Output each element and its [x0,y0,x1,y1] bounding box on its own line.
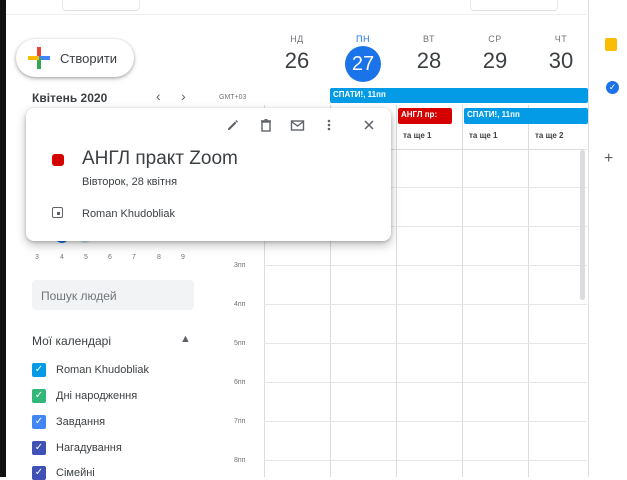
event-allday-sleep-wed[interactable]: СПАТИ!, 11пп [464,108,588,124]
checkbox-checked-icon[interactable]: ✓ [32,363,46,377]
event-color-swatch [52,154,64,166]
day-of-week: НД [290,34,304,44]
grid-hline [264,421,587,422]
more-events-link[interactable]: та ще 1 [469,131,497,140]
header-divider [6,14,586,15]
time-label: 5пп [234,340,246,347]
timezone-label: GMT+03 [219,94,247,101]
header-control-left[interactable] [62,0,140,11]
day-header-tue[interactable]: ВТ 28 [396,34,462,74]
mini-calendar-day[interactable]: 8 [154,254,164,261]
day-of-week: ПН [356,34,370,44]
checkbox-checked-icon[interactable]: ✓ [32,415,46,429]
day-header-sun[interactable]: НД 26 [264,34,330,74]
grid-hline [264,265,587,266]
mini-calendar-day[interactable]: 4 [57,254,67,261]
window-edge [0,0,6,477]
more-events-link[interactable]: та ще 2 [535,131,563,140]
day-header-mon[interactable]: ПН 27 [330,34,396,82]
calendar-item[interactable]: ✓ Roman Khudobliak [32,363,149,377]
chevron-left-icon[interactable]: ‹ [156,88,161,104]
day-of-week: ВТ [423,34,435,44]
event-title: АНГЛ практ Zoom [82,148,238,169]
event-allday-sleep-mon[interactable]: СПАТИ!, 11пп [330,88,588,103]
event-date: Вівторок, 28 квітня [82,176,178,188]
more-options-icon[interactable] [326,118,332,135]
day-header-wed[interactable]: СР 29 [462,34,528,74]
grid-hline [264,460,587,461]
event-allday-english-tue[interactable]: АНГЛ пр: [398,108,452,124]
grid-hline [264,304,587,305]
mini-calendar-day[interactable]: 5 [81,254,91,261]
delete-icon[interactable] [259,118,273,135]
time-label: 8пп [234,457,246,464]
day-number[interactable]: 26 [264,48,330,74]
mini-calendar-title: Квітень 2020 [32,91,108,105]
create-label: Створити [60,50,118,66]
day-number[interactable]: 28 [396,48,462,74]
chevron-up-icon[interactable]: ▲ [180,333,191,345]
keep-icon[interactable] [605,38,617,51]
time-label: 6пп [234,379,246,386]
checkbox-checked-icon[interactable]: ✓ [32,389,46,403]
edit-icon[interactable] [226,118,240,135]
chevron-right-icon[interactable]: › [181,88,186,104]
calendar-item[interactable]: ✓ Завдання [32,415,105,429]
side-panel-divider [588,0,589,477]
search-people-input[interactable]: Пошук людей [32,280,194,310]
day-number[interactable]: 30 [528,48,594,74]
calendar-item[interactable]: ✓ Сімейні [32,466,95,480]
plus-icon [28,47,50,69]
mini-calendar-day[interactable]: 9 [178,254,188,261]
checkbox-checked-icon[interactable]: ✓ [32,466,46,480]
day-number[interactable]: 29 [462,48,528,74]
calendar-item-label: Сімейні [56,467,95,479]
day-of-week: СР [488,34,502,44]
mini-calendar-day[interactable]: 3 [32,254,42,261]
calendar-icon [52,207,63,218]
calendar-item-label: Нагадування [56,442,122,454]
grid-hline [264,343,587,344]
calendar-item[interactable]: ✓ Нагадування [32,441,122,455]
email-icon[interactable] [290,118,305,135]
calendar-item-label: Дні народження [56,390,138,402]
mini-calendar-day[interactable]: 7 [129,254,139,261]
calendar-item-label: Roman Khudobliak [56,364,149,376]
time-label: 3пп [234,262,246,269]
tasks-icon[interactable]: ✓ [606,81,619,94]
event-calendar-owner: Roman Khudobliak [82,208,175,220]
calendar-item[interactable]: ✓ Дні народження [32,389,137,403]
checkbox-checked-icon[interactable]: ✓ [32,441,46,455]
create-button[interactable]: Створити [16,39,134,77]
time-label: 4пп [234,301,246,308]
more-events-link[interactable]: та ще 1 [403,131,431,140]
time-label: 7пп [234,418,246,425]
grid-scrollbar[interactable] [580,150,585,300]
add-addon-icon[interactable]: + [604,150,613,168]
grid-hline [264,382,587,383]
event-detail-popup: АНГЛ практ Zoom Вівторок, 28 квітня Roma… [26,108,391,241]
mini-calendar-day[interactable]: 6 [105,254,115,261]
header-control-right[interactable] [470,0,558,11]
my-calendars-title[interactable]: Мої календарі [32,334,111,348]
close-icon[interactable] [362,118,376,135]
day-number-today[interactable]: 27 [345,46,381,82]
day-of-week: ЧТ [554,34,568,44]
calendar-item-label: Завдання [56,416,106,428]
day-header-thu[interactable]: ЧТ 30 [528,34,594,74]
